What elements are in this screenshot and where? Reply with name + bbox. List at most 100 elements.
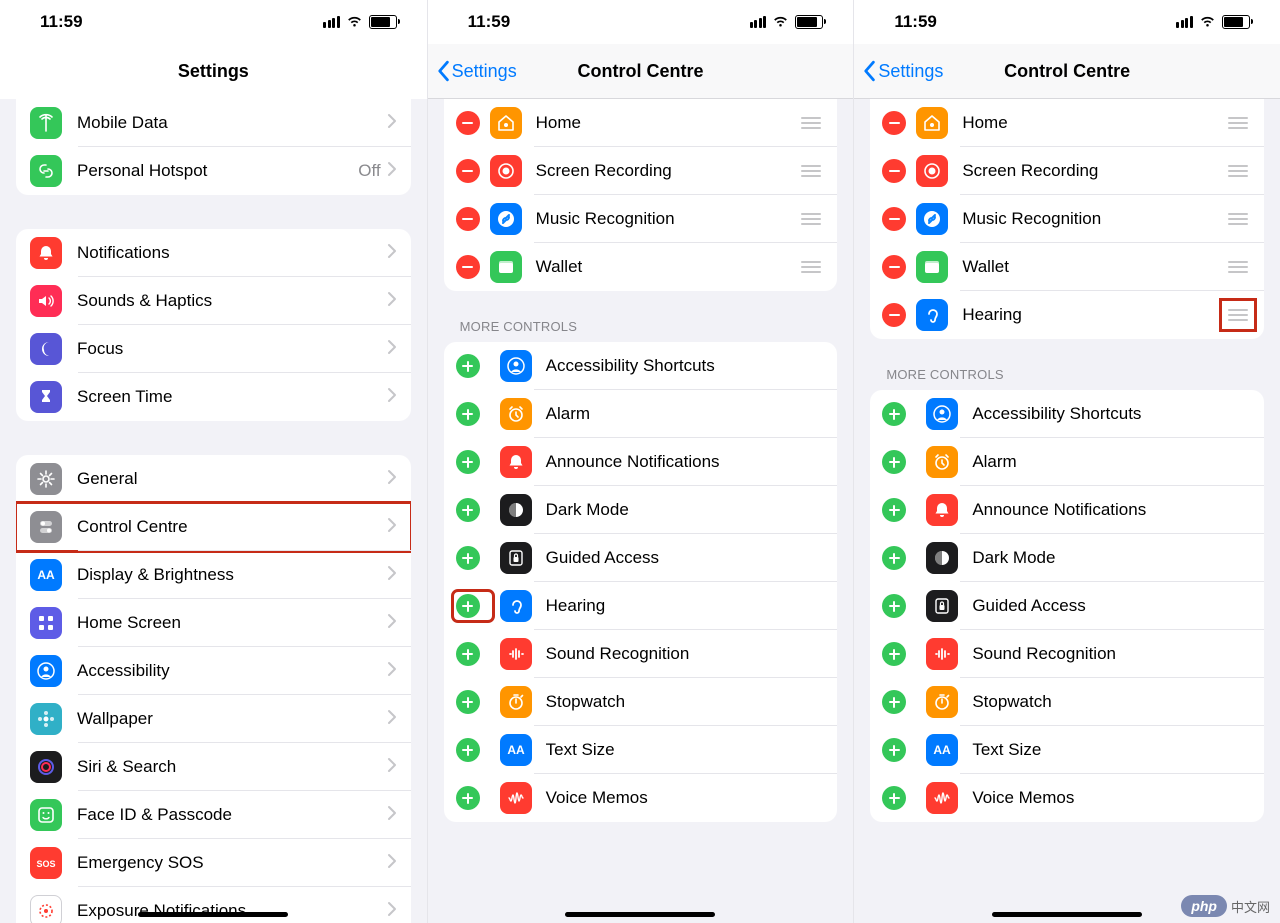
add-button[interactable] [456,786,480,810]
settings-row-screen-time[interactable]: Screen Time [16,373,411,421]
voicememo-icon [926,782,958,814]
settings-row-general[interactable]: General [16,455,411,503]
add-button[interactable] [456,690,480,714]
included-control-hearing: Hearing [870,291,1264,339]
settings-row-notifications[interactable]: Notifications [16,229,411,277]
row-label: Emergency SOS [77,853,387,873]
included-control-music-recognition: Music Recognition [444,195,838,243]
add-button[interactable] [882,690,906,714]
row-label: Music Recognition [536,209,800,229]
settings-row-control-centre[interactable]: Control Centre [16,503,411,551]
stopwatch-icon [926,686,958,718]
more-control-announce-notifications: Announce Notifications [444,438,838,486]
settings-row-face-id-passcode[interactable]: Face ID & Passcode [16,791,411,839]
add-button[interactable] [456,450,480,474]
chevron-right-icon [387,161,397,182]
add-button[interactable] [882,786,906,810]
drag-handle-icon[interactable] [1226,209,1250,229]
back-label: Settings [452,61,517,82]
drag-handle-icon[interactable] [799,161,823,181]
add-button[interactable] [456,498,480,522]
row-label: Dark Mode [972,548,1250,568]
remove-button[interactable] [456,111,480,135]
drag-handle-icon[interactable] [1226,305,1250,325]
remove-button[interactable] [882,111,906,135]
add-button[interactable] [456,402,480,426]
chevron-right-icon [387,565,397,586]
drag-handle-icon[interactable] [799,257,823,277]
grid-icon [30,607,62,639]
remove-button[interactable] [882,207,906,231]
row-label: Text Size [546,740,824,760]
row-label: Exposure Notifications [77,901,387,921]
signal-icon [1176,16,1193,28]
home-bar[interactable] [565,912,715,917]
add-button[interactable] [456,546,480,570]
drag-handle-icon[interactable] [799,209,823,229]
add-button[interactable] [882,450,906,474]
page-title: Control Centre [577,61,703,82]
speaker-icon [30,285,62,317]
row-label: Accessibility Shortcuts [546,356,824,376]
remove-button[interactable] [456,159,480,183]
drag-handle-icon[interactable] [1226,113,1250,133]
add-button[interactable] [456,642,480,666]
moon-icon [30,333,62,365]
row-label: Personal Hotspot [77,161,358,181]
settings-row-exposure-notifications[interactable]: Exposure Notifications [16,887,411,923]
settings-row-emergency-sos[interactable]: SOSEmergency SOS [16,839,411,887]
screenshot-settings: 11:59 Settings Mobile DataPersonal Hotsp… [0,0,427,923]
row-label: Alarm [972,452,1250,472]
status-time: 11:59 [40,12,83,32]
settings-row-personal-hotspot[interactable]: Personal HotspotOff [16,147,411,195]
remove-button[interactable] [456,255,480,279]
remove-button[interactable] [882,303,906,327]
home-bar[interactable] [138,912,288,917]
wallet-icon [916,251,948,283]
back-button[interactable]: Settings [436,60,517,82]
add-button[interactable] [456,738,480,762]
add-button[interactable] [882,594,906,618]
row-label: Home [536,113,800,133]
drag-handle-icon[interactable] [1226,257,1250,277]
settings-row-accessibility[interactable]: Accessibility [16,647,411,695]
settings-row-siri-search[interactable]: Siri & Search [16,743,411,791]
add-button[interactable] [882,642,906,666]
settings-row-wallpaper[interactable]: Wallpaper [16,695,411,743]
settings-row-display-brightness[interactable]: AADisplay & Brightness [16,551,411,599]
row-label: Wallpaper [77,709,387,729]
remove-button[interactable] [882,255,906,279]
row-label: Accessibility Shortcuts [972,404,1250,424]
signal-icon [750,16,767,28]
battery-icon [795,15,823,29]
add-button[interactable] [882,402,906,426]
exposure-icon [30,895,62,923]
settings-row-mobile-data[interactable]: Mobile Data [16,99,411,147]
row-label: Wallet [536,257,800,277]
home-bar[interactable] [992,912,1142,917]
remove-button[interactable] [882,159,906,183]
more-control-alarm: Alarm [870,438,1264,486]
remove-button[interactable] [456,207,480,231]
add-button[interactable] [456,594,480,618]
add-button[interactable] [882,738,906,762]
ear-icon [500,590,532,622]
add-button[interactable] [456,354,480,378]
back-button[interactable]: Settings [862,60,943,82]
more-control-sound-recognition: Sound Recognition [444,630,838,678]
settings-row-home-screen[interactable]: Home Screen [16,599,411,647]
settings-row-focus[interactable]: Focus [16,325,411,373]
row-label: Stopwatch [546,692,824,712]
battery-icon [369,15,397,29]
settings-row-sounds-haptics[interactable]: Sounds & Haptics [16,277,411,325]
row-label: Display & Brightness [77,565,387,585]
more-control-guided-access: Guided Access [444,534,838,582]
add-button[interactable] [882,546,906,570]
more-controls-header: MORE CONTROLS [854,339,1280,390]
soundwave-icon [926,638,958,670]
switches-icon [30,511,62,543]
drag-handle-icon[interactable] [799,113,823,133]
add-button[interactable] [882,498,906,522]
home-icon [490,107,522,139]
drag-handle-icon[interactable] [1226,161,1250,181]
